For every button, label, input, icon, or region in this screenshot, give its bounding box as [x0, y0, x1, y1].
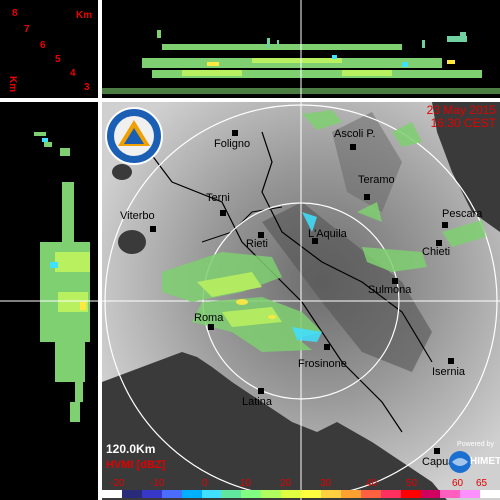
legend-swatch: [440, 490, 461, 498]
city-dot-frosinone: [324, 344, 330, 350]
city-label-chieti: Chieti: [422, 246, 451, 258]
height-tick-3: 3: [84, 82, 90, 93]
legend-swatch: [102, 490, 122, 498]
legend-swatch: [241, 490, 262, 498]
legend-swatch: [261, 490, 282, 498]
city-label-terni: Terni: [206, 192, 230, 204]
legend-swatch: [340, 490, 361, 498]
legend-label: -20: [110, 478, 125, 489]
legend-label: 60: [452, 478, 464, 489]
timestamp-time: 16:30 CEST: [430, 116, 496, 130]
height-tick-4: 4: [70, 68, 76, 79]
city-dot-pescara: [442, 222, 448, 228]
city-label-teramo: Teramo: [358, 174, 395, 186]
city-dot-teramo: [364, 194, 370, 200]
city-label-pescara: Pescara: [442, 208, 483, 220]
legend-swatch: [320, 490, 341, 498]
city-label-isernia: Isernia: [432, 366, 466, 378]
legend-swatch: [380, 490, 401, 498]
city-label-sulmona: Sulmona: [368, 284, 412, 296]
legend-label: -10: [150, 478, 165, 489]
height-unit-vertical: Km: [7, 76, 18, 93]
legend-labels: -20 -10 0 10 20 30 40 50 60 65: [102, 478, 500, 490]
legend-swatch: [161, 490, 182, 498]
legend-swatch: [400, 490, 421, 498]
legend-label: 20: [280, 478, 292, 489]
city-label-frosinone: Frosinone: [298, 358, 347, 370]
himet-logo: HIMET: [448, 450, 500, 474]
dbz-legend: -20 -10 0 10 20 30 40 50 60 65: [102, 478, 500, 500]
legend-swatch: [301, 490, 321, 498]
ew-cross-section-plot: [102, 0, 500, 98]
height-scale-corner: 8 7 6 5 4 3 Km Km: [0, 0, 98, 98]
himet-text: HIMET: [470, 456, 500, 467]
city-label-viterbo: Viterbo: [120, 210, 155, 222]
city-dot-viterbo: [150, 226, 156, 232]
city-dot-roma: [208, 324, 214, 330]
city-dot-ascoli: [350, 144, 356, 150]
legend-swatch: [221, 490, 242, 498]
city-dot-isernia: [448, 358, 454, 364]
legend-swatch: [480, 490, 500, 498]
city-dot-capua: [434, 448, 440, 454]
city-dot-terni: [220, 210, 226, 216]
radar-map: 23 May 2015 16:30 CEST Foligno Ascoli P.…: [102, 102, 500, 500]
product-label: HVMI [dBZ]: [106, 459, 166, 471]
legend-label: 65: [476, 478, 488, 489]
powered-by-label: Powered by: [457, 441, 494, 448]
legend-swatch: [420, 490, 441, 498]
legend-label: 50: [406, 478, 418, 489]
range-label: 120.0Km: [106, 442, 156, 456]
legend-swatch: [181, 490, 202, 498]
height-tick-7: 7: [24, 24, 30, 35]
city-dot-foligno: [232, 130, 238, 136]
legend-swatch: [360, 490, 381, 498]
legend-swatch: [141, 490, 162, 498]
legend-swatch: [201, 490, 222, 498]
timestamp: 23 May 2015 16:30 CEST: [427, 104, 496, 130]
ew-cross-section: [102, 0, 500, 98]
height-tick-8: 8: [12, 8, 18, 19]
city-label-laquila: L'Aquila: [308, 228, 347, 240]
civil-protection-logo: [104, 106, 164, 166]
legend-label: 30: [320, 478, 332, 489]
city-label-foligno: Foligno: [214, 138, 251, 150]
city-label-ascoli: Ascoli P.: [334, 128, 376, 140]
legend-swatch: [460, 490, 481, 498]
height-tick-6: 6: [40, 40, 46, 51]
legend-label: 40: [366, 478, 378, 489]
legend-label: 10: [240, 478, 252, 489]
height-unit-horizontal: Km: [76, 10, 93, 21]
height-tick-5: 5: [55, 54, 61, 65]
city-label-rieti: Rieti: [246, 238, 269, 250]
legend-color-bar: [102, 490, 500, 498]
ns-cross-section-plot: [0, 132, 98, 422]
city-dot-latina: [258, 388, 264, 394]
city-label-latina: Latina: [242, 396, 272, 408]
legend-label: 0: [202, 478, 208, 489]
legend-swatch: [121, 490, 142, 498]
city-label-roma: Roma: [194, 312, 224, 324]
ns-cross-section: [0, 102, 98, 500]
legend-swatch: [281, 490, 302, 498]
